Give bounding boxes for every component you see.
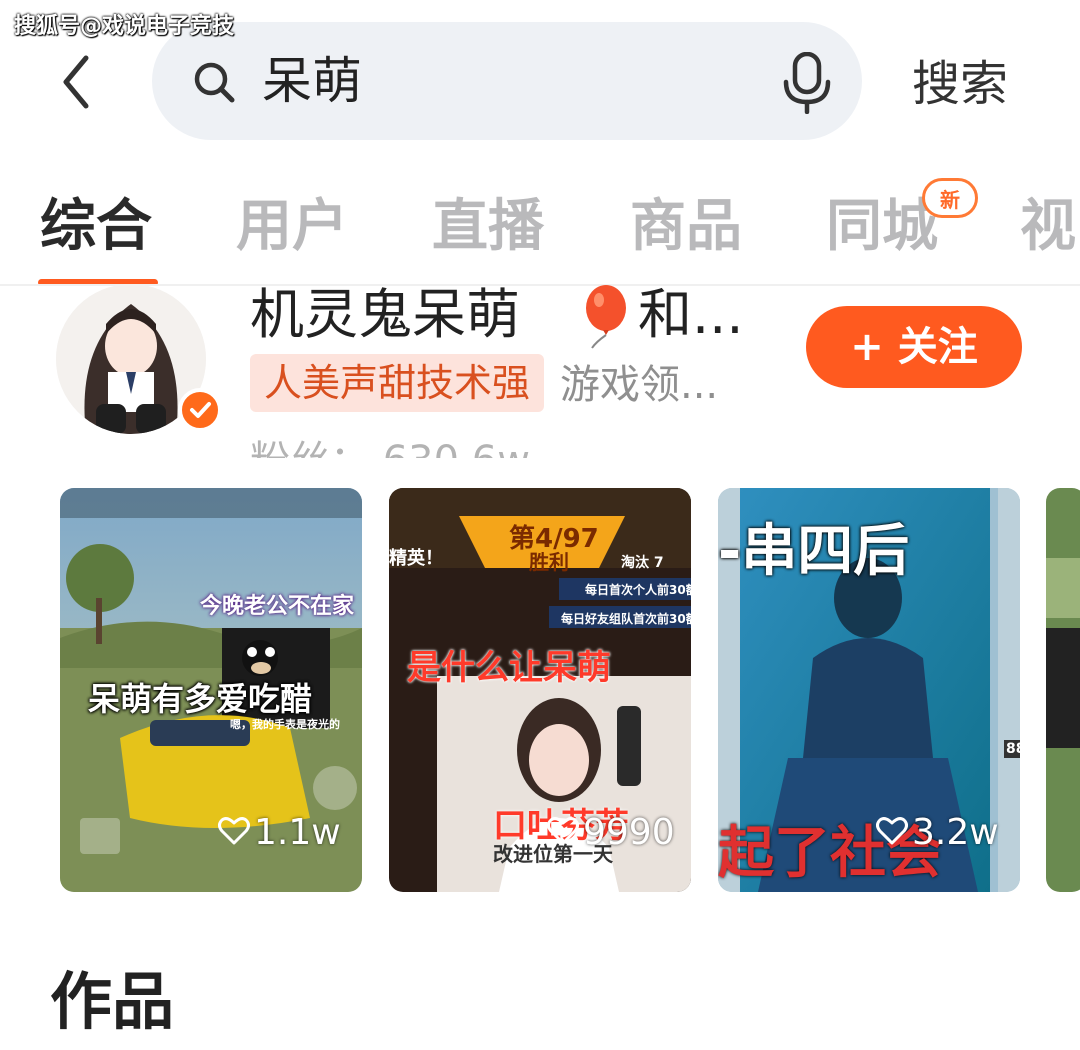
video-card-partial[interactable]: [1046, 488, 1080, 892]
tab-products[interactable]: 商品: [630, 192, 742, 262]
tab-users[interactable]: 用户: [236, 192, 348, 262]
like-count: 3.2w: [876, 808, 999, 858]
video-title: 是什么让呆萌: [407, 648, 611, 688]
heart-icon: [218, 817, 250, 845]
tab-comprehensive[interactable]: 综合: [40, 192, 152, 262]
section-title: 作品: [50, 965, 175, 1038]
overlay-text: 每日好友组队首次前30额: [561, 612, 691, 626]
overlay-text: 88: [1004, 740, 1020, 758]
overlay-caption: 嗯，我的手表是夜光的: [230, 718, 340, 731]
fans-count: 粉丝： 630.6w: [250, 432, 530, 458]
video-title: -串四后: [718, 519, 910, 584]
video-card[interactable]: 第4/97 胜利 精英！ 淘汰 7 每日首次个人前30额外 每日好友组队首次前3…: [389, 488, 691, 892]
microphone-icon[interactable]: [780, 52, 834, 114]
chevron-left-icon: [63, 55, 89, 109]
user-category: 游戏领...: [560, 362, 719, 408]
heart-icon: [876, 817, 908, 845]
video-card[interactable]: -串四后 起了社会 88 3.2w: [718, 488, 1020, 892]
overlay-text: 今晚老公不在家: [200, 594, 355, 619]
verified-badge-icon: [178, 388, 222, 432]
user-tag: 人美声甜技术强: [250, 354, 545, 412]
tab-video[interactable]: 视: [1020, 192, 1076, 262]
like-count: 1.1w: [218, 808, 341, 858]
balloon-icon: [586, 285, 626, 349]
overlay-victory: 胜利: [529, 550, 569, 574]
search-input[interactable]: 呆萌: [152, 22, 862, 140]
user-name-continued[interactable]: 和...: [638, 280, 744, 350]
user-name[interactable]: 机灵鬼呆萌: [250, 280, 520, 350]
like-count-value: 1.1w: [254, 812, 341, 853]
new-badge: 新: [922, 178, 978, 218]
like-count-value: 9990: [583, 812, 675, 853]
like-count: 9990: [547, 808, 675, 858]
search-button[interactable]: 搜索: [912, 52, 1008, 116]
heart-icon: [547, 817, 579, 845]
search-icon: [194, 62, 235, 103]
watermark: 搜狐号@戏说电子竞技: [14, 14, 235, 39]
overlay-text: 每日首次个人前30额外: [585, 583, 691, 597]
divider: [0, 284, 1080, 286]
video-title: 呆萌有多爱吃醋: [88, 680, 313, 718]
search-query[interactable]: 呆萌: [262, 46, 362, 116]
tab-local[interactable]: 同城: [826, 192, 938, 262]
like-count-value: 3.2w: [912, 812, 999, 853]
video-card[interactable]: 今晚老公不在家 呆萌有多爱吃醋 嗯，我的手表是夜光的 1.1w: [60, 488, 362, 892]
video-thumbnail: [1046, 488, 1080, 892]
back-button[interactable]: [58, 52, 98, 112]
overlay-text: 精英！: [389, 548, 443, 569]
overlay-text: 淘汰 7: [621, 555, 664, 571]
result-tabs: 综合 用户 直播 商品 同城 新 视: [0, 178, 1080, 286]
follow-button[interactable]: + 关注: [806, 306, 1022, 388]
tab-live[interactable]: 直播: [432, 192, 544, 262]
